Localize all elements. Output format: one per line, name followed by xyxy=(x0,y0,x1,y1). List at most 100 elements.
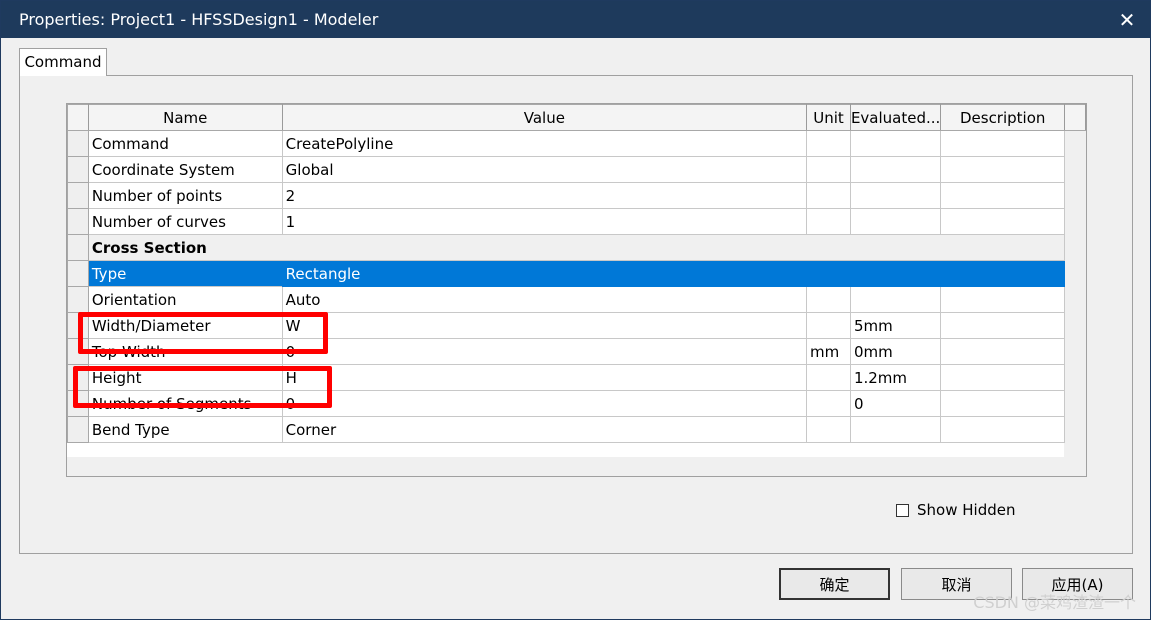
row-header[interactable] xyxy=(67,182,89,209)
column-header-name[interactable]: Name xyxy=(87,104,283,131)
cell-evaluated: 1.2mm xyxy=(849,364,942,391)
cell-evaluated: 0 xyxy=(849,390,942,417)
cell-description[interactable] xyxy=(940,364,1066,391)
property-grid: Name Value Unit Evaluated... Description… xyxy=(66,103,1087,477)
row-header[interactable] xyxy=(67,234,89,261)
cell-name: Type xyxy=(87,260,283,287)
cell-unit[interactable] xyxy=(806,312,851,339)
cell-description[interactable] xyxy=(940,130,1066,157)
section-row[interactable]: Cross Section xyxy=(67,234,1086,261)
ok-button[interactable]: 确定 xyxy=(779,568,890,600)
row-header[interactable] xyxy=(67,390,89,417)
cell-name: Number of curves xyxy=(87,208,283,235)
column-header-unit[interactable]: Unit xyxy=(806,104,851,131)
table-row[interactable]: Number of points 2 xyxy=(67,182,1086,209)
cell-value[interactable]: Global xyxy=(281,156,808,183)
cell-value[interactable]: Corner xyxy=(281,416,808,443)
row-header[interactable] xyxy=(67,260,89,287)
cell-value[interactable]: 0 xyxy=(281,390,808,417)
cell-unit[interactable]: mm xyxy=(806,338,851,365)
row-header[interactable] xyxy=(67,338,89,365)
cell-value[interactable]: Auto xyxy=(281,286,808,313)
cell-unit[interactable] xyxy=(806,286,851,313)
table-row[interactable]: Height H 1.2mm xyxy=(67,364,1086,391)
cell-value[interactable]: W xyxy=(281,312,808,339)
row-filler xyxy=(1064,416,1086,443)
section-label: Cross Section xyxy=(87,234,1066,261)
row-filler xyxy=(1064,156,1086,183)
cell-value[interactable]: 1 xyxy=(281,208,808,235)
column-header-description[interactable]: Description xyxy=(940,104,1066,131)
row-filler xyxy=(1064,390,1086,417)
column-header-evaluated[interactable]: Evaluated... xyxy=(849,104,942,131)
row-header[interactable] xyxy=(67,286,89,313)
checkbox-icon[interactable] xyxy=(896,503,909,517)
row-filler xyxy=(1064,234,1086,261)
table-row[interactable]: Bend Type Corner xyxy=(67,416,1086,443)
cell-description[interactable] xyxy=(940,390,1066,417)
row-filler xyxy=(1064,130,1086,157)
cell-evaluated xyxy=(849,260,942,287)
cell-unit[interactable] xyxy=(806,182,851,209)
cell-name: Height xyxy=(87,364,283,391)
cell-unit[interactable] xyxy=(806,208,851,235)
property-table: Name Value Unit Evaluated... Description… xyxy=(67,104,1086,443)
cell-value[interactable]: H xyxy=(281,364,808,391)
cell-value[interactable]: 0 xyxy=(281,338,808,365)
cell-unit[interactable] xyxy=(806,156,851,183)
table-row[interactable]: Width/Diameter W 5mm xyxy=(67,312,1086,339)
cell-unit[interactable] xyxy=(806,390,851,417)
cell-description[interactable] xyxy=(940,338,1066,365)
table-row[interactable]: Orientation Auto xyxy=(67,286,1086,313)
title-bar[interactable]: Properties: Project1 - HFSSDesign1 - Mod… xyxy=(1,1,1150,38)
cell-name: Number of points xyxy=(87,182,283,209)
table-row[interactable]: Number of Segments 0 0 xyxy=(67,390,1086,417)
row-header[interactable] xyxy=(67,156,89,183)
cell-unit[interactable] xyxy=(806,260,851,287)
row-header[interactable] xyxy=(67,130,89,157)
close-icon[interactable]: ✕ xyxy=(1104,1,1150,38)
show-hidden-label: Show Hidden xyxy=(917,501,1016,519)
cell-evaluated xyxy=(849,416,942,443)
table-row[interactable]: Type Rectangle xyxy=(67,260,1086,287)
row-filler xyxy=(1064,182,1086,209)
cell-description[interactable] xyxy=(940,208,1066,235)
watermark-text: CSDN @菜鸡渣渣一个 xyxy=(973,593,1136,612)
cell-name: Orientation xyxy=(87,286,283,313)
cell-value[interactable]: 2 xyxy=(281,182,808,209)
cell-evaluated xyxy=(849,130,942,157)
table-row[interactable]: Command CreatePolyline xyxy=(67,130,1086,157)
row-header[interactable] xyxy=(67,312,89,339)
cell-description[interactable] xyxy=(940,286,1066,313)
cell-evaluated: 5mm xyxy=(849,312,942,339)
table-row[interactable]: Number of curves 1 xyxy=(67,208,1086,235)
row-filler xyxy=(1064,364,1086,391)
row-header[interactable] xyxy=(67,364,89,391)
header-filler xyxy=(1064,104,1086,131)
tab-command[interactable]: Command xyxy=(19,48,107,76)
cell-value[interactable]: Rectangle xyxy=(281,260,808,287)
cell-name: Top Width xyxy=(87,338,283,365)
show-hidden-checkbox[interactable]: Show Hidden xyxy=(896,501,1015,519)
row-filler xyxy=(1064,286,1086,313)
cell-unit[interactable] xyxy=(806,416,851,443)
table-row[interactable]: Top Width 0 mm 0mm xyxy=(67,338,1086,365)
cell-name: Bend Type xyxy=(87,416,283,443)
cell-unit[interactable] xyxy=(806,364,851,391)
cell-name: Width/Diameter xyxy=(87,312,283,339)
row-filler xyxy=(1064,208,1086,235)
row-filler xyxy=(1064,312,1086,339)
cell-description[interactable] xyxy=(940,156,1066,183)
cell-description[interactable] xyxy=(940,182,1066,209)
cell-description[interactable] xyxy=(940,312,1066,339)
cell-unit[interactable] xyxy=(806,130,851,157)
column-header-value[interactable]: Value xyxy=(281,104,808,131)
table-row[interactable]: Coordinate System Global xyxy=(67,156,1086,183)
row-header[interactable] xyxy=(67,208,89,235)
cell-description[interactable] xyxy=(940,416,1066,443)
cell-description[interactable] xyxy=(940,260,1066,287)
row-header[interactable] xyxy=(67,416,89,443)
cell-value[interactable]: CreatePolyline xyxy=(281,130,808,157)
cell-evaluated xyxy=(849,208,942,235)
grid-header-row: Name Value Unit Evaluated... Description xyxy=(67,104,1086,131)
